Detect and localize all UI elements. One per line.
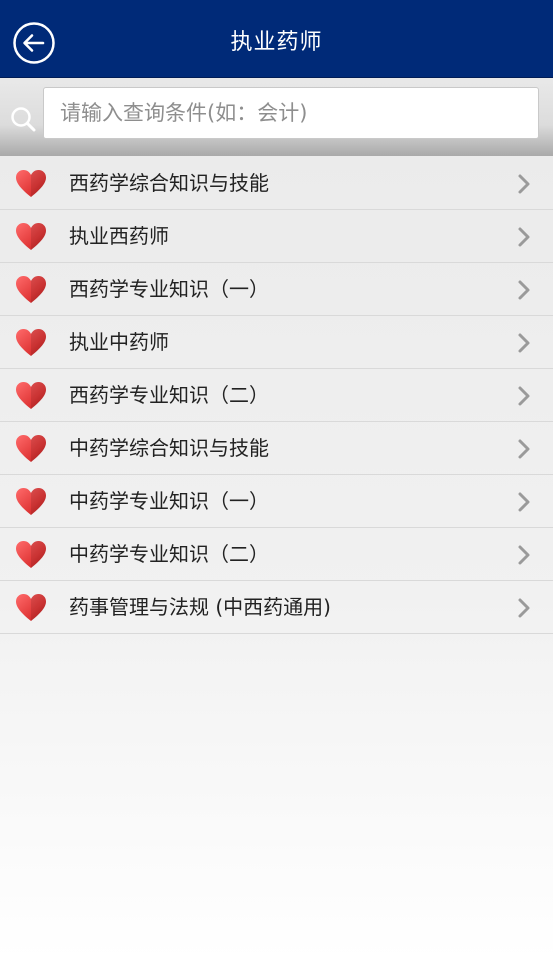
list-item-label: 中药学专业知识（二） [69,542,269,566]
chevron-right-icon [518,386,530,406]
list-item-label: 中药学专业知识（一） [69,489,269,513]
course-list: 西药学综合知识与技能 执业西药师西药学专业知识（一） 执业中药师西药学专业知识（二）… [0,157,553,634]
chevron-right-icon [518,333,530,353]
list-item[interactable]: 执业中药师 [0,316,553,369]
list-item[interactable]: 中药学专业知识（一） [0,475,553,528]
chevron-right-icon [518,280,530,300]
list-item-label: 西药学综合知识与技能 [69,171,269,195]
list-item-label: 中药学综合知识与技能 [69,436,269,460]
heart-icon [16,382,46,409]
heart-icon [16,329,46,356]
list-item[interactable]: 药事管理与法规 (中西药通用) [0,581,553,634]
search-icon [11,107,36,132]
chevron-right-icon [518,598,530,618]
list-item[interactable]: 中药学专业知识（二） [0,528,553,581]
heart-icon [16,435,46,462]
heart-icon [16,488,46,515]
list-item[interactable]: 西药学综合知识与技能 [0,157,553,210]
chevron-right-icon [518,492,530,512]
list-item[interactable]: 西药学专业知识（二） [0,369,553,422]
search-bar [0,78,553,156]
list-item[interactable]: 西药学专业知识（一） [0,263,553,316]
heart-icon [16,594,46,621]
heart-icon [16,223,46,250]
header-bar: 执业药师 [0,0,553,78]
list-item-label: 西药学专业知识（一） [69,277,269,301]
chevron-right-icon [518,439,530,459]
heart-icon [16,541,46,568]
list-item[interactable]: 中药学综合知识与技能 [0,422,553,475]
chevron-right-icon [518,227,530,247]
list-item-label: 药事管理与法规 (中西药通用) [69,595,331,619]
chevron-right-icon [518,545,530,565]
page-title: 执业药师 [230,30,323,55]
heart-icon [16,276,46,303]
list-item[interactable]: 执业西药师 [0,210,553,263]
heart-icon [16,170,46,197]
list-item-label: 执业中药师 [69,330,169,354]
search-input[interactable] [43,87,539,139]
chevron-right-icon [518,174,530,194]
list-item-label: 西药学专业知识（二） [69,383,269,407]
list-item-label: 执业西药师 [69,224,169,248]
